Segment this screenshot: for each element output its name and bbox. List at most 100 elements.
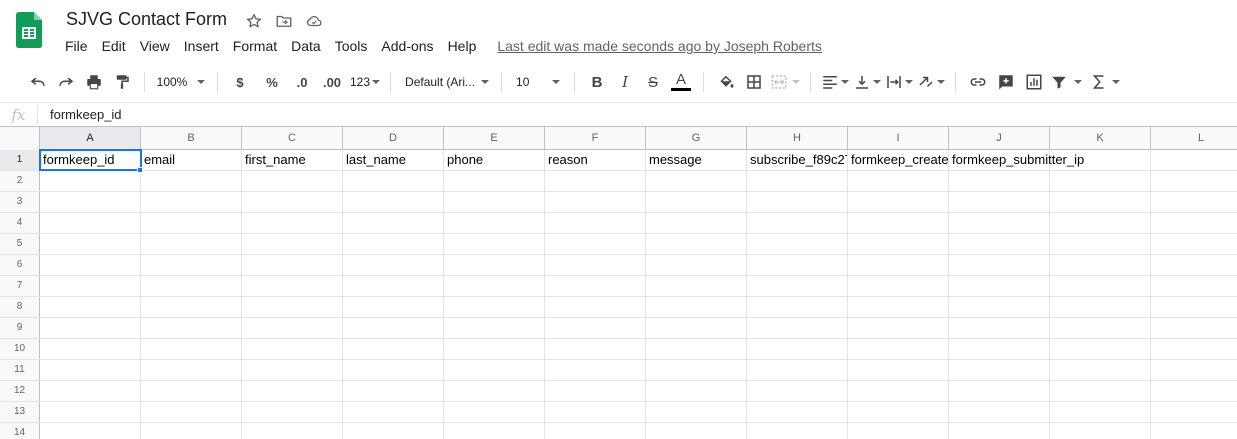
more-formats-select[interactable]: 123 xyxy=(350,70,381,94)
functions-icon[interactable] xyxy=(1090,70,1121,94)
last-edit-link[interactable]: Last edit was made seconds ago by Joseph… xyxy=(497,38,822,54)
zoom-select[interactable]: 100% xyxy=(155,70,207,94)
cell-I9[interactable] xyxy=(848,318,949,338)
cell-D9[interactable] xyxy=(343,318,444,338)
cell-G8[interactable] xyxy=(646,297,747,317)
column-header[interactable]: F xyxy=(545,127,646,149)
cell-H8[interactable] xyxy=(747,297,848,317)
cell-G1[interactable]: message xyxy=(646,150,747,170)
cell-J10[interactable] xyxy=(949,339,1050,359)
column-header[interactable]: C xyxy=(242,127,343,149)
cell-A12[interactable] xyxy=(40,381,141,401)
cell-K14[interactable] xyxy=(1050,423,1151,439)
undo-icon[interactable] xyxy=(26,70,50,94)
cell-A5[interactable] xyxy=(40,234,141,254)
paint-format-icon[interactable] xyxy=(110,70,134,94)
text-wrapping-icon[interactable] xyxy=(885,70,914,94)
cell-C12[interactable] xyxy=(242,381,343,401)
cell-K3[interactable] xyxy=(1050,192,1151,212)
cell-J2[interactable] xyxy=(949,171,1050,191)
cell-D4[interactable] xyxy=(343,213,444,233)
cell-H6[interactable] xyxy=(747,255,848,275)
cell-G11[interactable] xyxy=(646,360,747,380)
cell-B10[interactable] xyxy=(141,339,242,359)
cell-B11[interactable] xyxy=(141,360,242,380)
cell-D14[interactable] xyxy=(343,423,444,439)
cell-C7[interactable] xyxy=(242,276,343,296)
cell-G6[interactable] xyxy=(646,255,747,275)
cell-G14[interactable] xyxy=(646,423,747,439)
row-header[interactable]: 2 xyxy=(0,171,40,191)
cell-I14[interactable] xyxy=(848,423,949,439)
cell-K9[interactable] xyxy=(1050,318,1151,338)
cell-E2[interactable] xyxy=(444,171,545,191)
cell-J6[interactable] xyxy=(949,255,1050,275)
cell-E10[interactable] xyxy=(444,339,545,359)
column-header[interactable]: A xyxy=(40,127,141,149)
row-header[interactable]: 14 xyxy=(0,423,40,439)
move-to-folder-icon[interactable] xyxy=(274,11,294,31)
cell-C13[interactable] xyxy=(242,402,343,422)
cell-H13[interactable] xyxy=(747,402,848,422)
cell-B4[interactable] xyxy=(141,213,242,233)
font-size-select[interactable]: 10 xyxy=(512,70,564,94)
cell-L13[interactable] xyxy=(1151,402,1237,422)
cell-L8[interactable] xyxy=(1151,297,1237,317)
cell-D2[interactable] xyxy=(343,171,444,191)
cell-D8[interactable] xyxy=(343,297,444,317)
cell-A1[interactable]: formkeep_id xyxy=(39,149,142,171)
cell-F8[interactable] xyxy=(545,297,646,317)
cell-I4[interactable] xyxy=(848,213,949,233)
cell-L1[interactable] xyxy=(1151,150,1237,170)
print-icon[interactable] xyxy=(82,70,106,94)
cell-E14[interactable] xyxy=(444,423,545,439)
column-header[interactable]: L xyxy=(1151,127,1237,149)
cell-F9[interactable] xyxy=(545,318,646,338)
cell-F7[interactable] xyxy=(545,276,646,296)
menu-add-ons[interactable]: Add-ons xyxy=(374,36,440,56)
cell-L14[interactable] xyxy=(1151,423,1237,439)
cell-D13[interactable] xyxy=(343,402,444,422)
cell-H7[interactable] xyxy=(747,276,848,296)
merge-cells-icon[interactable] xyxy=(770,70,801,94)
formula-input[interactable]: formkeep_id xyxy=(50,107,122,122)
fill-color-icon[interactable] xyxy=(714,70,738,94)
cell-E7[interactable] xyxy=(444,276,545,296)
cell-H12[interactable] xyxy=(747,381,848,401)
cell-E4[interactable] xyxy=(444,213,545,233)
cell-B1[interactable]: email xyxy=(141,150,242,170)
cell-A6[interactable] xyxy=(40,255,141,275)
cell-I11[interactable] xyxy=(848,360,949,380)
cell-C9[interactable] xyxy=(242,318,343,338)
cell-C1[interactable]: first_name xyxy=(242,150,343,170)
cell-A4[interactable] xyxy=(40,213,141,233)
column-header[interactable]: I xyxy=(848,127,949,149)
row-header[interactable]: 13 xyxy=(0,402,40,422)
cell-L3[interactable] xyxy=(1151,192,1237,212)
cell-E5[interactable] xyxy=(444,234,545,254)
cell-C14[interactable] xyxy=(242,423,343,439)
percent-format-button[interactable]: % xyxy=(260,70,284,94)
cell-F12[interactable] xyxy=(545,381,646,401)
cell-B2[interactable] xyxy=(141,171,242,191)
select-all-corner[interactable] xyxy=(0,127,40,150)
cell-F14[interactable] xyxy=(545,423,646,439)
cell-F5[interactable] xyxy=(545,234,646,254)
cell-L7[interactable] xyxy=(1151,276,1237,296)
cell-K2[interactable] xyxy=(1050,171,1151,191)
cell-J11[interactable] xyxy=(949,360,1050,380)
cell-J12[interactable] xyxy=(949,381,1050,401)
cell-F13[interactable] xyxy=(545,402,646,422)
cell-F2[interactable] xyxy=(545,171,646,191)
cell-A3[interactable] xyxy=(40,192,141,212)
cell-I5[interactable] xyxy=(848,234,949,254)
text-color-button[interactable]: A xyxy=(669,70,693,94)
cell-K12[interactable] xyxy=(1050,381,1151,401)
menu-view[interactable]: View xyxy=(133,36,177,56)
insert-chart-icon[interactable] xyxy=(1022,70,1046,94)
sheets-logo-icon[interactable] xyxy=(16,12,42,48)
column-header[interactable]: G xyxy=(646,127,747,149)
row-header[interactable]: 4 xyxy=(0,213,40,233)
cell-H4[interactable] xyxy=(747,213,848,233)
vertical-align-icon[interactable] xyxy=(853,70,882,94)
